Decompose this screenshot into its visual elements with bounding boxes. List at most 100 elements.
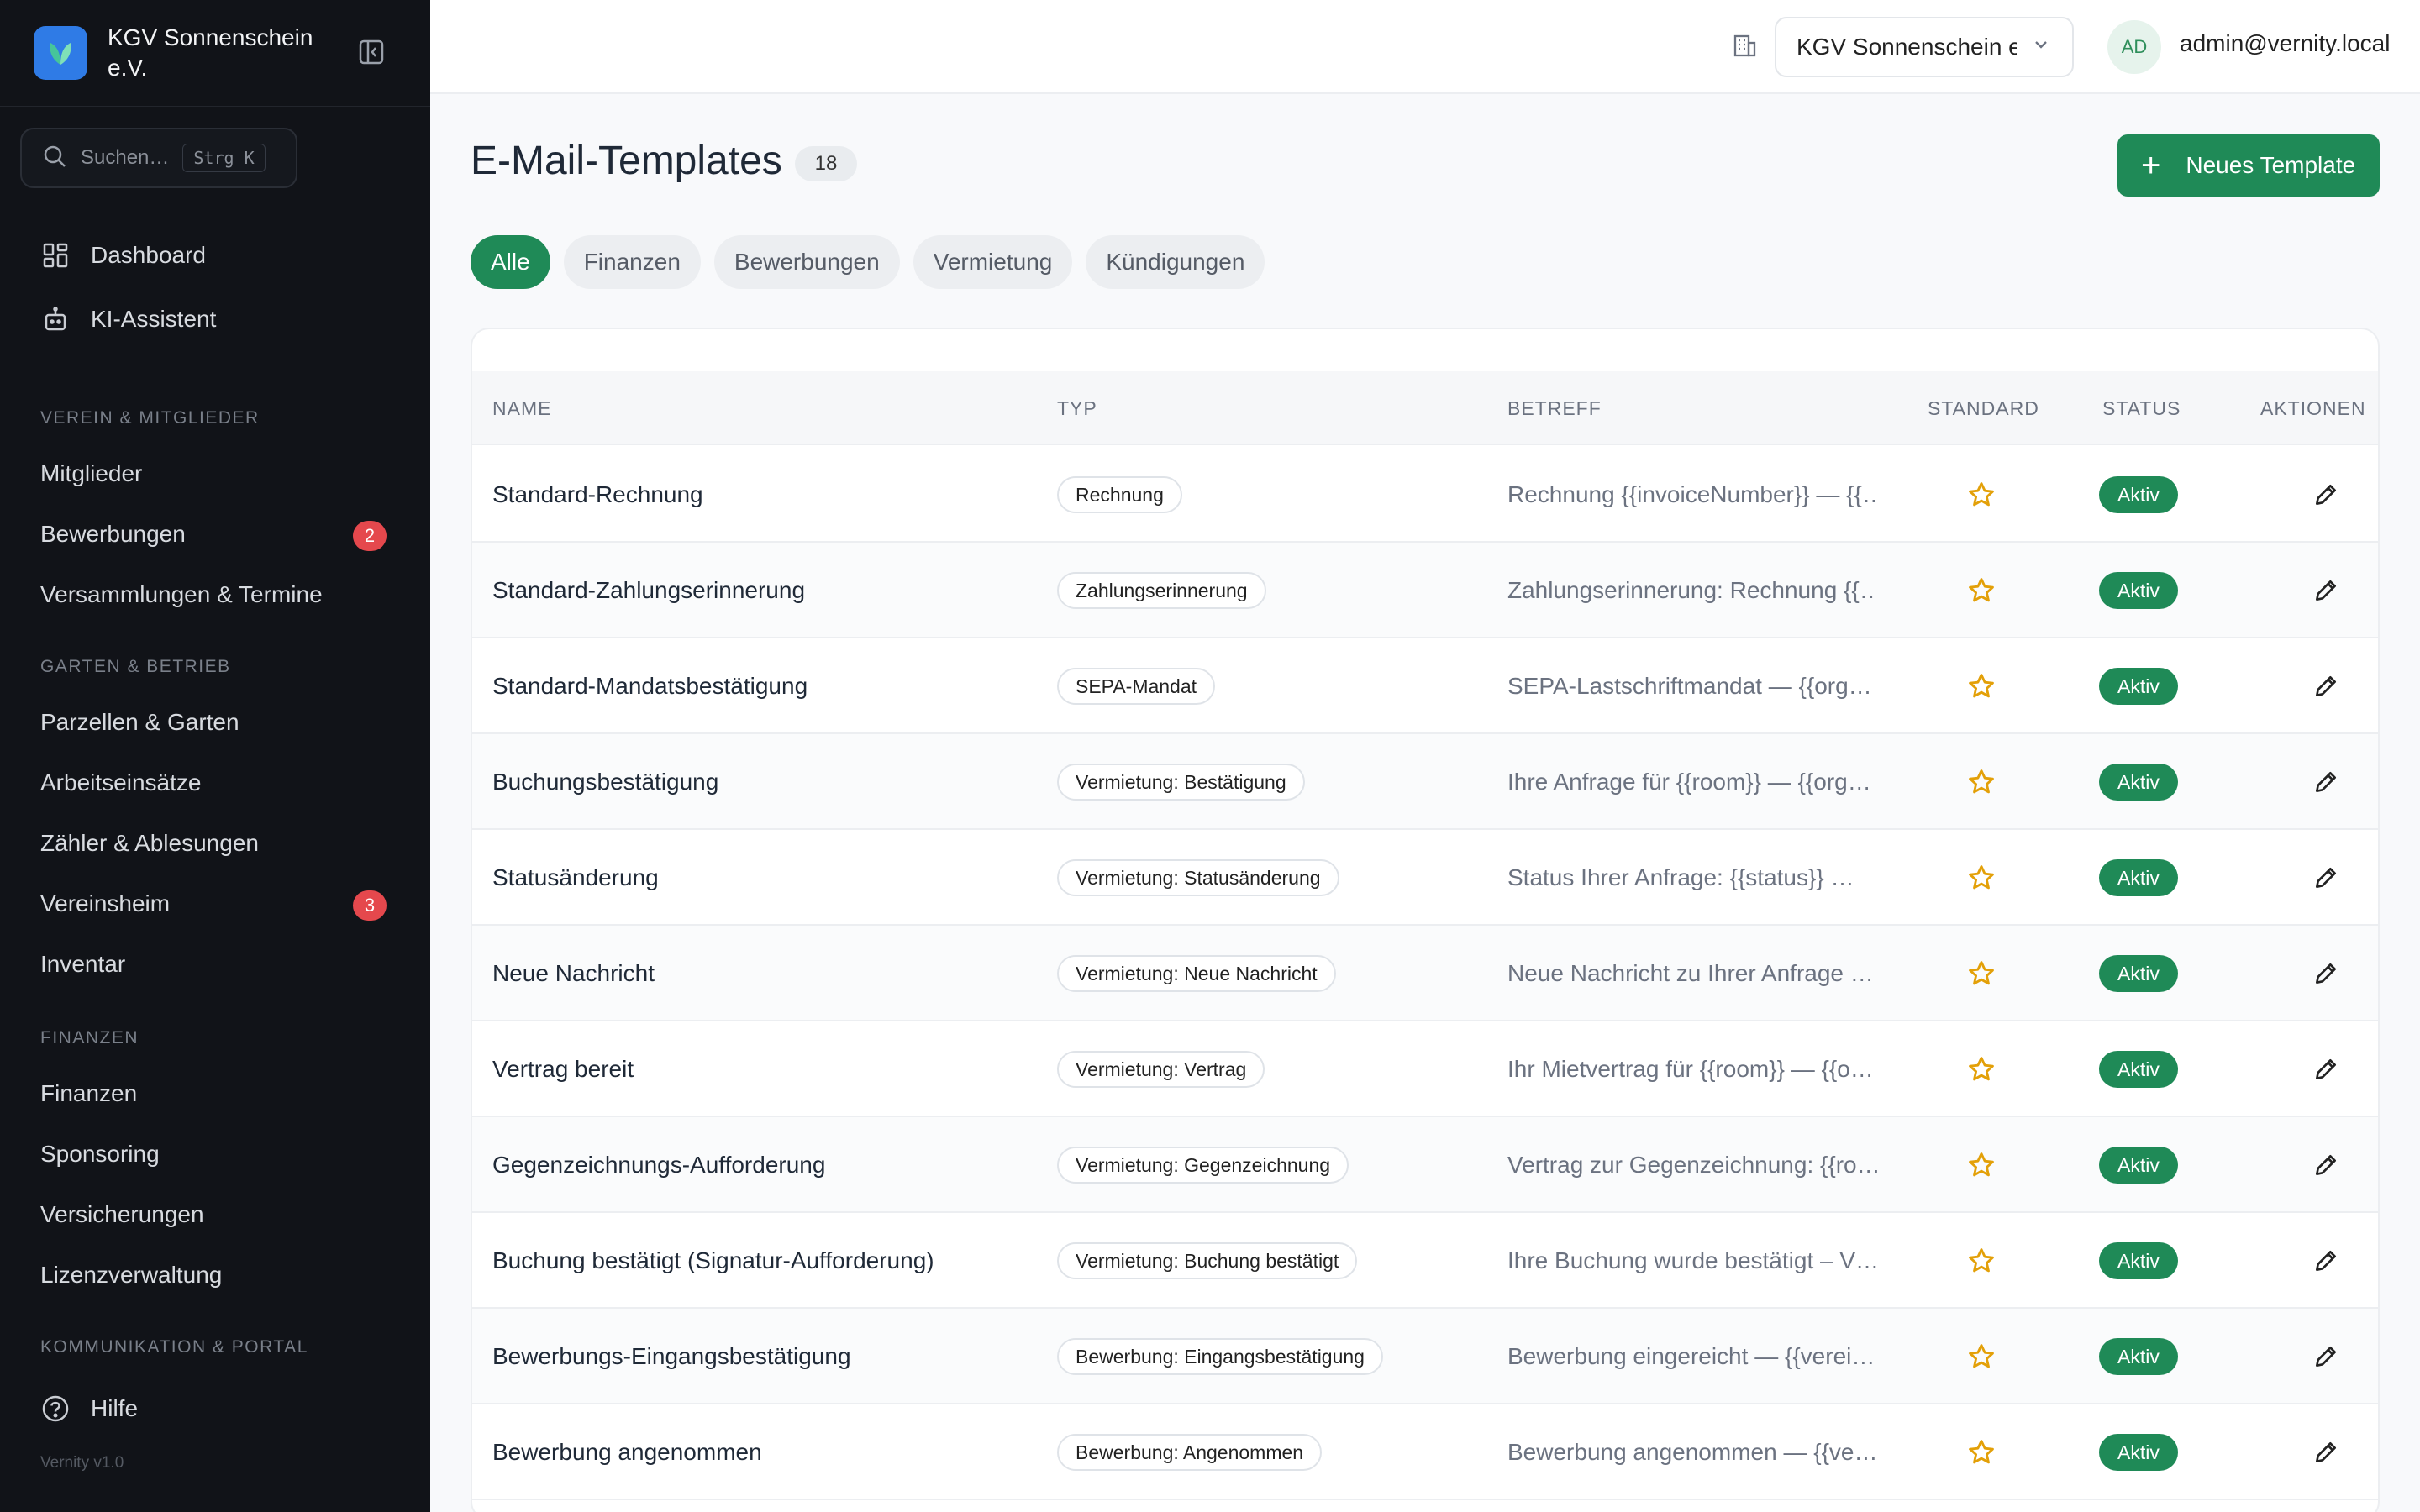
edit-icon[interactable] — [2309, 638, 2343, 734]
template-subject: Rechnung {{invoiceNumber}} — {{… — [1507, 481, 1877, 507]
status-badge: Aktiv — [2099, 764, 2178, 801]
table-row[interactable]: Gegenzeichnungs-Aufforderung Vermietung: … — [472, 1117, 2378, 1213]
edit-icon[interactable] — [2309, 447, 2343, 543]
table-row[interactable]: Buchungsbestätigung Vermietung: Bestätigu… — [472, 734, 2378, 830]
table-row[interactable]: Neue Nachricht Vermietung: Neue Nachricht… — [472, 926, 2378, 1021]
table-row[interactable]: Buchung bestätigt (Signatur-Aufforderung… — [472, 1213, 2378, 1309]
new-template-button[interactable]: + Neues Template — [2118, 134, 2380, 197]
status-cell: Aktiv — [2099, 638, 2178, 734]
table-row[interactable]: Standard-Zahlungserinnerung Zahlungserinn… — [472, 543, 2378, 638]
filter-bewerbungen[interactable]: Bewerbungen — [713, 235, 900, 289]
type-cell: SEPA-Mandat — [1057, 638, 1216, 734]
robot-icon — [40, 304, 71, 334]
table-header: NAME TYP BETREFF STANDARD STATUS AKTIONE… — [472, 371, 2378, 445]
sidebar-item-dashboard[interactable]: Dashboard — [0, 223, 430, 287]
edit-icon[interactable] — [2309, 734, 2343, 830]
filter-tabs: Alle Finanzen Bewerbungen Vermietung Kün… — [471, 235, 1265, 289]
template-name: Standard-Mandatsbestätigung — [492, 673, 808, 699]
type-tag: Zahlungserinnerung — [1057, 572, 1266, 609]
sidebar-item-hilfe[interactable]: Hilfe — [0, 1373, 430, 1444]
column-header-typ[interactable]: TYP — [1057, 371, 1097, 445]
edit-icon[interactable] — [2309, 926, 2343, 1021]
star-icon[interactable] — [1965, 926, 1998, 1021]
star-icon[interactable] — [1965, 447, 1998, 543]
sidebar-item-bewerbungen[interactable]: Bewerbungen 2 — [0, 504, 430, 564]
star-icon[interactable] — [1965, 1309, 1998, 1404]
star-icon[interactable] — [1965, 1021, 1998, 1117]
brand-header: KGV Sonnenschein e.V. — [0, 0, 430, 107]
edit-icon[interactable] — [2309, 1309, 2343, 1404]
table-row[interactable]: Standard-Rechnung Rechnung Rechnung {{invo… — [472, 447, 2378, 543]
table-row[interactable]: Bewerbungs-Eingangsbestätigung Bewerbung:… — [472, 1309, 2378, 1404]
star-icon[interactable] — [1965, 1213, 1998, 1309]
star-icon[interactable] — [1965, 1404, 1998, 1500]
dashboard-icon — [40, 240, 71, 270]
star-icon[interactable] — [1965, 830, 1998, 926]
status-badge: Aktiv — [2099, 1051, 2178, 1088]
edit-icon[interactable] — [2309, 1021, 2343, 1117]
sidebar-item-versammlungen[interactable]: Versammlungen & Termine — [0, 564, 430, 625]
star-icon[interactable] — [1965, 734, 1998, 830]
table-row[interactable]: Vertrag bereit Vermietung: Vertrag Ihr Mie… — [472, 1021, 2378, 1117]
user-email[interactable]: admin@vernity.local — [2180, 30, 2390, 57]
sidebar-item-versicherungen[interactable]: Versicherungen — [0, 1184, 430, 1245]
edit-icon[interactable] — [2309, 543, 2343, 638]
sidebar-item-sponsoring[interactable]: Sponsoring — [0, 1124, 430, 1184]
type-cell: Vermietung: Vertrag — [1057, 1021, 1265, 1117]
sidebar-item-label: Parzellen & Garten — [40, 709, 239, 735]
template-name: Buchung bestätigt (Signatur-Aufforderung… — [492, 1247, 934, 1273]
star-icon[interactable] — [1965, 543, 1998, 638]
column-header-standard[interactable]: STANDARD — [1928, 371, 2039, 445]
type-cell: Bewerbung: Eingangsbestätigung — [1057, 1309, 1383, 1404]
edit-icon[interactable] — [2309, 830, 2343, 926]
filter-vermietung[interactable]: Vermietung — [913, 235, 1073, 289]
filter-finanzen[interactable]: Finanzen — [563, 235, 701, 289]
org-select[interactable]: KGV Sonnenschein e.V. — [1775, 17, 2074, 77]
filter-kuendigungen[interactable]: Kündigungen — [1086, 235, 1265, 289]
edit-icon[interactable] — [2309, 1117, 2343, 1213]
sidebar-item-label: Dashboard — [91, 242, 206, 268]
star-icon[interactable] — [1965, 638, 1998, 734]
org-select-value: KGV Sonnenschein e.V. — [1797, 34, 2017, 60]
new-template-label: Neues Template — [2186, 152, 2356, 178]
org-name: KGV Sonnenschein e.V. — [108, 24, 313, 81]
collapse-sidebar-icon[interactable] — [356, 37, 387, 67]
column-header-status[interactable]: STATUS — [2102, 371, 2181, 445]
status-badge: Aktiv — [2099, 859, 2178, 896]
column-header-betreff[interactable]: BETREFF — [1507, 371, 1602, 445]
sidebar-item-label: Zähler & Ablesungen — [40, 830, 259, 856]
section-title: FINANZEN — [40, 1028, 139, 1047]
status-cell: Aktiv — [2099, 1404, 2178, 1500]
avatar[interactable]: AD — [2107, 20, 2161, 74]
sidebar-item-vereinsheim[interactable]: Vereinsheim 3 — [0, 874, 430, 934]
column-header-name[interactable]: NAME — [492, 371, 551, 445]
app-root: KGV Sonnenschein e.V. Suchen… Strg K Das… — [0, 0, 2420, 1512]
sidebar-item-mitglieder[interactable]: Mitglieder — [0, 444, 430, 504]
sidebar-item-ki-assistent[interactable]: KI-Assistent — [0, 287, 430, 351]
edit-icon[interactable] — [2309, 1404, 2343, 1500]
template-subject: SEPA-Lastschriftmandat — {{org… — [1507, 673, 1872, 699]
sidebar-item-lizenzverwaltung[interactable]: Lizenzverwaltung — [0, 1245, 430, 1305]
template-subject: Zahlungserinnerung: Rechnung {{… — [1507, 577, 1877, 603]
table-row[interactable]: Statusänderung Vermietung: Statusänderung… — [472, 830, 2378, 926]
status-cell: Aktiv — [2099, 926, 2178, 1021]
star-icon[interactable] — [1965, 1117, 1998, 1213]
sidebar-item-zaehler[interactable]: Zähler & Ablesungen — [0, 813, 430, 874]
table-row[interactable]: Bewerbung angenommen Bewerbung: Angenomme… — [472, 1404, 2378, 1500]
template-count-badge: 18 — [795, 146, 857, 181]
sidebar-footer: Hilfe Vernity v1.0 — [0, 1368, 430, 1512]
template-subject: Bewerbung eingereicht — {{verei… — [1507, 1343, 1876, 1369]
table-row[interactable]: Standard-Mandatsbestätigung SEPA-Mandat SE… — [472, 638, 2378, 734]
sidebar-search[interactable]: Suchen… Strg K — [20, 128, 297, 188]
sidebar-item-finanzen[interactable]: Finanzen — [0, 1063, 430, 1124]
help-icon — [40, 1394, 71, 1424]
sidebar-item-parzellen[interactable]: Parzellen & Garten — [0, 692, 430, 753]
sidebar-item-inventar[interactable]: Inventar — [0, 934, 430, 995]
template-subject: Neue Nachricht zu Ihrer Anfrage … — [1507, 960, 1874, 986]
edit-icon[interactable] — [2309, 1213, 2343, 1309]
sidebar-item-label: Sponsoring — [40, 1141, 160, 1167]
building-icon — [1731, 32, 1761, 62]
filter-alle[interactable]: Alle — [471, 235, 550, 289]
section-title: GARTEN & BETRIEB — [40, 657, 231, 676]
sidebar-item-arbeitseinsaetze[interactable]: Arbeitseinsätze — [0, 753, 430, 813]
